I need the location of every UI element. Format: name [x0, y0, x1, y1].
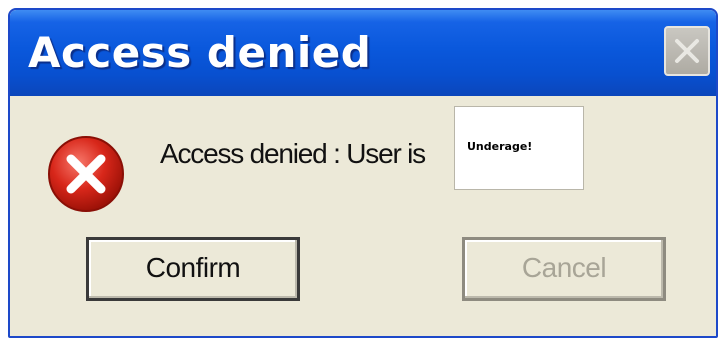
status-value-box: Underage!: [454, 106, 584, 190]
cancel-button[interactable]: Cancel: [462, 237, 666, 301]
title-bar[interactable]: Access denied: [10, 10, 716, 96]
close-icon: [675, 39, 699, 63]
confirm-button[interactable]: Confirm: [86, 237, 300, 301]
error-message: Access denied : User is: [160, 138, 426, 169]
dialog-title: Access denied: [28, 28, 372, 77]
close-button[interactable]: [664, 26, 710, 76]
status-value-text: Underage!: [467, 140, 533, 153]
access-denied-dialog: Access denied Access denied : User is Un…: [8, 8, 718, 338]
error-icon: [48, 136, 124, 212]
